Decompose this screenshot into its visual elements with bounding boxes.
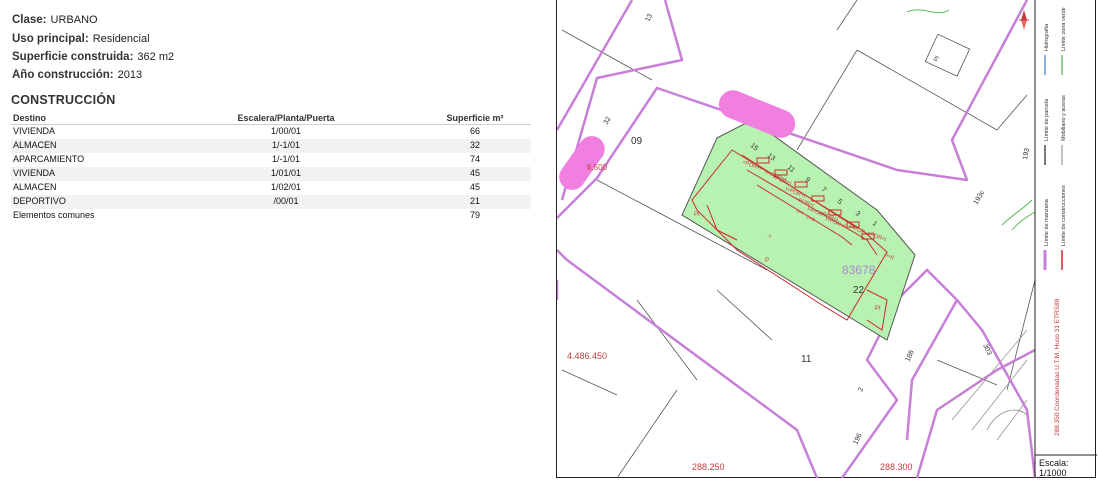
- legend-mobiliario: Mobiliario y aceras: [1061, 95, 1067, 141]
- uso-value: Residencial: [92, 33, 150, 45]
- table-row: ALMACEN 1/02/01 45: [13, 182, 481, 192]
- superficie-row: Superficie construida: 362 m2: [12, 51, 174, 63]
- cell-destino: ALMACEN: [13, 182, 57, 192]
- parcel-reference: 83678: [842, 263, 876, 277]
- clase-row: Clase: URBANO: [12, 14, 98, 26]
- table-body: VIVIENDA 1/00/01 66 ALMACEN 1/-1/01 32 APARCAM…: [11, 125, 531, 223]
- cell-destino: VIVIENDA: [13, 168, 56, 178]
- cell-destino: DEPORTIVO: [13, 196, 66, 206]
- legend-zona-verde: Límite zona verde: [1061, 7, 1067, 51]
- legend-construcciones: Límite de construcciones: [1061, 185, 1067, 246]
- legend-hidrografia: Hidrografía: [1044, 23, 1050, 51]
- property-info-panel: Clase: URBANO Uso principal: Residencial S…: [0, 0, 548, 490]
- anio-label: Año construcción:: [12, 69, 114, 81]
- street-number: 2: [857, 387, 865, 393]
- table-row: Elementos comunes 79: [13, 210, 481, 220]
- scale-value: 1/1000: [1039, 468, 1067, 478]
- block-label: 22: [853, 285, 865, 296]
- superficie-label: Superficie construida:: [12, 51, 134, 63]
- table-row: DEPORTIVO/00/01 21: [11, 195, 531, 209]
- header-destino: Destino: [13, 113, 47, 123]
- clase-label: Clase:: [12, 14, 47, 26]
- cell-destino: APARCAMIENTO: [13, 154, 85, 164]
- legend-manzana: Límite de manzana: [1044, 198, 1050, 246]
- legend-parcela: Límite de parcela: [1044, 98, 1050, 141]
- hydrography-lines: [906, 9, 1036, 231]
- street-number: 196: [852, 432, 863, 446]
- cell-destino: ALMACEN: [13, 140, 57, 150]
- coord-north: 4.486.450: [567, 351, 607, 361]
- coord-east-1: 288.250: [692, 462, 725, 472]
- pi-building-outline: [924, 33, 971, 77]
- street-number: 13: [644, 13, 654, 23]
- scale-label: Escala:: [1039, 458, 1069, 468]
- table-row: ALMACEN 1/-1/01 32: [11, 139, 531, 153]
- cell-destino: VIVIENDA: [13, 126, 56, 136]
- street-number: 193c: [973, 189, 987, 206]
- clase-value: URBANO: [50, 14, 98, 26]
- coord-north-partial: 6.500: [587, 163, 608, 172]
- parcel-inner-label: PI: [875, 306, 881, 312]
- table-row: VIVIENDA 1/00/01 66: [13, 126, 481, 136]
- map-canvas: 09221183678PPIPIPI133215131197531193c193…: [557, 0, 1097, 478]
- construccion-table: Destino Escalera/Planta/Puerta Superfici…: [11, 112, 531, 223]
- vertical-coord-text: 288.350 Coordenadas U.T.M. Huso 31 ETRS8…: [1054, 298, 1061, 436]
- uso-row: Uso principal: Residencial: [12, 33, 150, 45]
- block-label: 11: [801, 354, 812, 365]
- anio-value: 2013: [117, 69, 143, 81]
- parcel-inner-label: PI: [694, 212, 700, 218]
- table-row: VIVIENDA 1/01/01 45: [11, 167, 531, 181]
- parcel-inner-label: P: [765, 258, 769, 264]
- street-number: 32: [603, 116, 613, 126]
- block-label: 09: [631, 136, 643, 147]
- uso-label: Uso principal:: [12, 33, 89, 45]
- corner-label: PI: [933, 55, 941, 63]
- table-row: APARCAMIENTO 1/-1/01 74: [13, 154, 481, 164]
- cadastral-map: 09 22 11 83678 P PI PI PI 13 32 15 13 11 9 7 5 3 1 193c 193…: [556, 0, 1097, 478]
- street-number: 188: [904, 349, 915, 363]
- coord-east-2: 288.300: [880, 462, 913, 472]
- table-header: Destino Escalera/Planta/Puerta Superfici…: [11, 112, 531, 125]
- cell-destino: Elementos comunes: [13, 210, 95, 220]
- street-number: 193: [1022, 148, 1031, 161]
- anio-row: Año construcción: 2013: [12, 69, 142, 81]
- superficie-value: 362 m2: [137, 51, 175, 63]
- construccion-title: CONSTRUCCIÓN: [11, 93, 116, 107]
